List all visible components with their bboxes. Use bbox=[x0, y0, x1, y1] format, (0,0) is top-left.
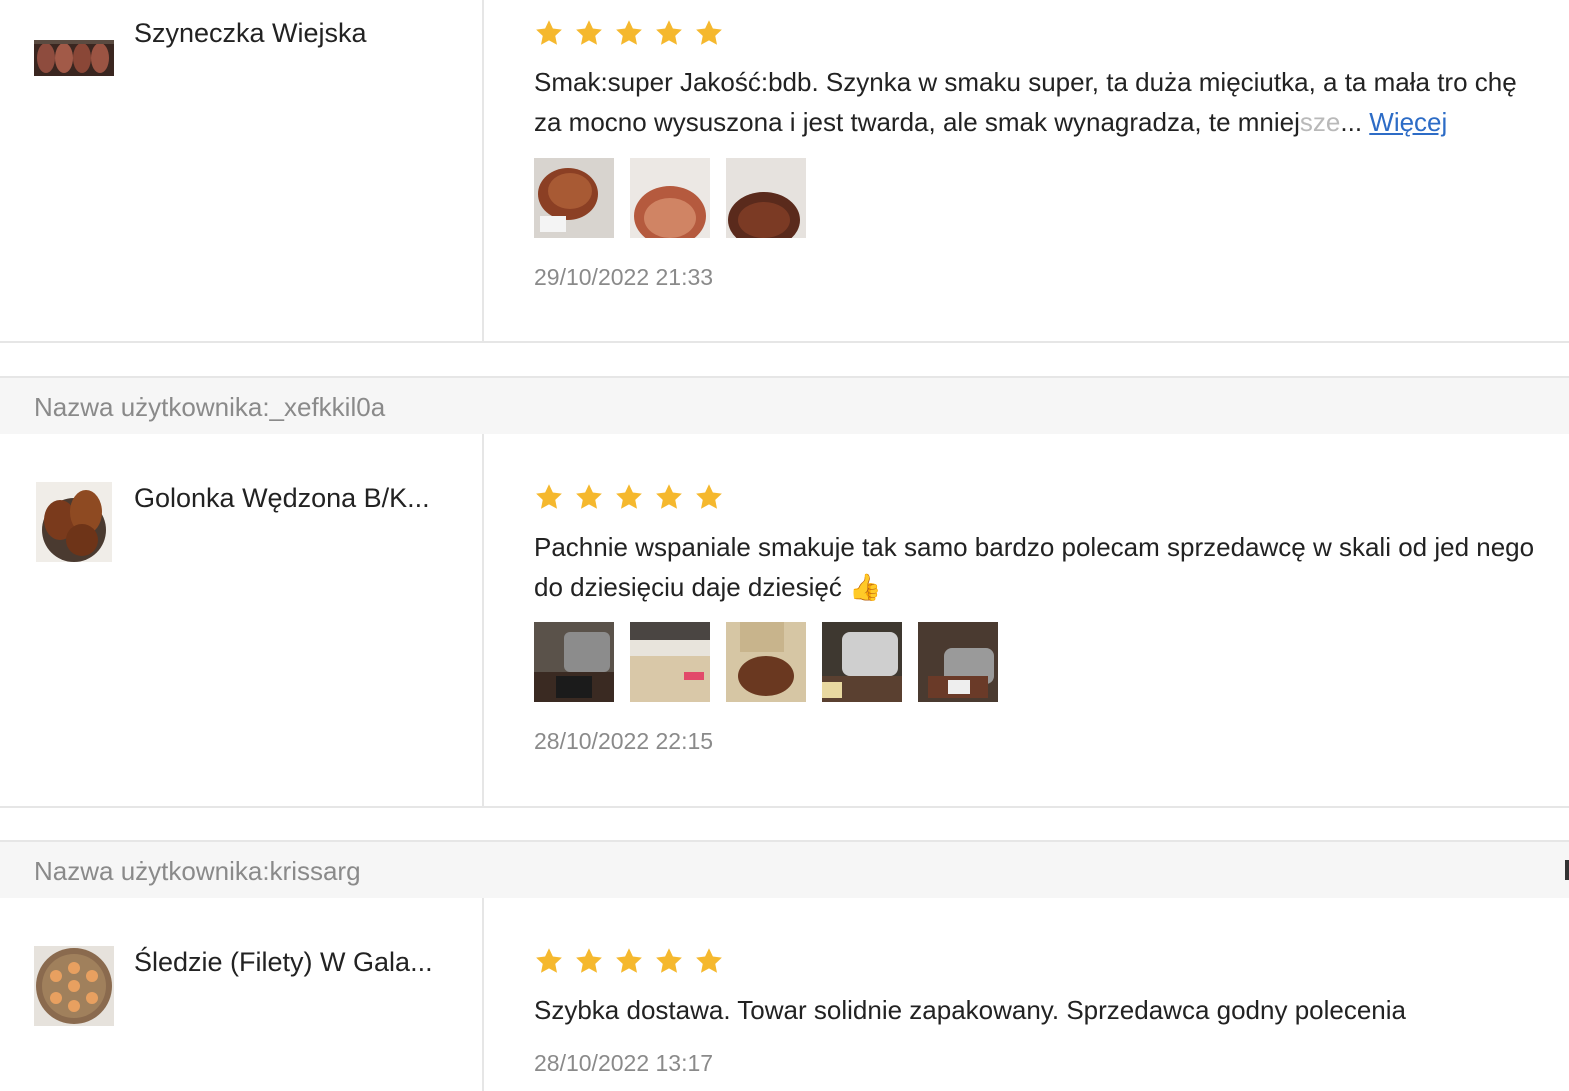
star-icon bbox=[616, 20, 642, 45]
review-photo[interactable] bbox=[726, 158, 806, 238]
star-icon bbox=[656, 484, 682, 509]
rating-stars bbox=[534, 482, 724, 512]
review-date: 28/10/2022 22:15 bbox=[534, 728, 714, 754]
product-name[interactable]: Golonka Wędzona B/K... bbox=[134, 483, 430, 514]
review-photo[interactable] bbox=[630, 158, 710, 238]
star-icon bbox=[536, 484, 562, 509]
product-column: Śledzie (Filety) W Gala... bbox=[0, 898, 484, 1091]
product-thumbnail[interactable] bbox=[34, 946, 114, 1026]
product-thumbnail[interactable] bbox=[34, 40, 114, 76]
star-icon bbox=[536, 20, 562, 45]
user-bar: Nazwa użytkownika:_xefkkil0a bbox=[0, 376, 1569, 434]
review-date: 29/10/2022 21:33 bbox=[534, 264, 714, 290]
star-icon bbox=[616, 948, 642, 973]
review-text: Smak:super Jakość:bdb. Szynka w smaku su… bbox=[534, 62, 1544, 142]
review-card: Śledzie (Filety) W Gala... Szybka dostaw… bbox=[0, 898, 1569, 1091]
review-text-fade: sze bbox=[1299, 107, 1341, 137]
review-text: Pachnie wspaniale smakuje tak samo bardz… bbox=[534, 532, 1535, 602]
review-photo[interactable] bbox=[918, 622, 998, 702]
review-photo[interactable] bbox=[630, 622, 710, 702]
product-name[interactable]: Szyneczka Wiejska bbox=[134, 18, 367, 49]
review-card: Szyneczka Wiejska Smak:super Jakość:bdb.… bbox=[0, 0, 1569, 343]
star-icon bbox=[656, 20, 682, 45]
more-link[interactable]: Więcej bbox=[1369, 107, 1447, 137]
review-photo[interactable] bbox=[534, 622, 614, 702]
star-icon bbox=[616, 484, 642, 509]
review-photos bbox=[534, 622, 998, 702]
star-icon bbox=[576, 948, 602, 973]
review-date: 28/10/2022 13:17 bbox=[534, 1050, 714, 1076]
username-label: Nazwa użytkownika:_xefkkil0a bbox=[34, 392, 386, 422]
star-icon bbox=[696, 948, 722, 973]
product-column: Golonka Wędzona B/K... bbox=[0, 434, 484, 806]
product-name[interactable]: Śledzie (Filety) W Gala... bbox=[134, 947, 433, 978]
star-icon bbox=[696, 20, 722, 45]
star-icon bbox=[576, 20, 602, 45]
review-photos bbox=[534, 158, 806, 238]
rating-stars bbox=[534, 18, 724, 48]
ellipsis: ... bbox=[1340, 107, 1363, 137]
review-photo[interactable] bbox=[822, 622, 902, 702]
scroll-edge bbox=[1565, 860, 1569, 880]
review-text: Szybka dostawa. Towar solidnie zapakowan… bbox=[534, 995, 1407, 1025]
review-card: Golonka Wędzona B/K... Pachnie wspaniale… bbox=[0, 434, 1569, 808]
star-icon bbox=[656, 948, 682, 973]
review-photo[interactable] bbox=[726, 622, 806, 702]
rating-stars bbox=[534, 946, 724, 976]
star-icon bbox=[536, 948, 562, 973]
product-thumbnail[interactable] bbox=[36, 482, 112, 562]
user-bar: Nazwa użytkownika:krissarg bbox=[0, 840, 1569, 898]
star-icon bbox=[696, 484, 722, 509]
product-column: Szyneczka Wiejska bbox=[0, 0, 484, 341]
star-icon bbox=[576, 484, 602, 509]
review-photo[interactable] bbox=[534, 158, 614, 238]
username-label: Nazwa użytkownika:krissarg bbox=[34, 856, 361, 886]
